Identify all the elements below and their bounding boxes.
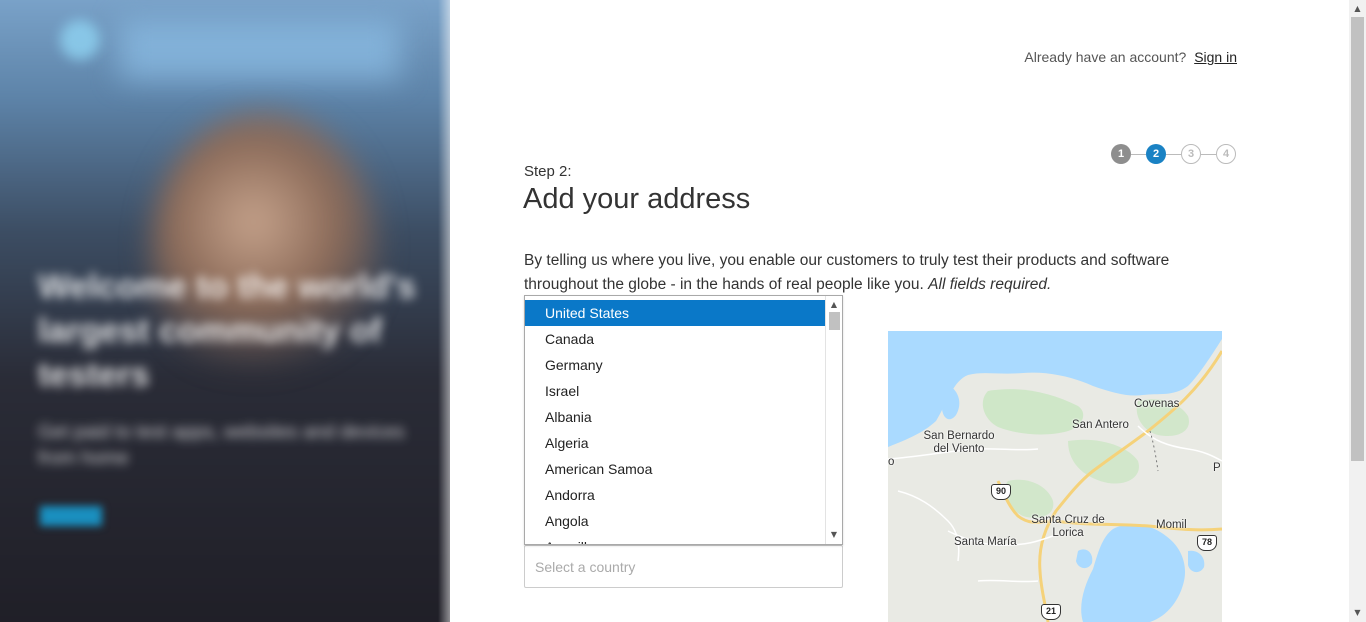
progress-stepper: 1 2 3 4 [1111,144,1241,166]
map-label-edge-left: o [888,456,895,468]
map-label-santa-maria: Santa María [954,536,1017,548]
scroll-down-arrow-icon[interactable]: ▼ [826,528,842,542]
intro-body: By telling us where you live, you enable… [524,252,1170,293]
hero-sky [120,20,400,80]
stepper-connector [1131,154,1146,155]
country-option[interactable]: Angola [525,508,826,534]
step-1-indicator: 1 [1111,144,1131,164]
country-search-input[interactable] [524,545,843,588]
hero-logo [60,20,100,60]
step-3-indicator: 3 [1181,144,1201,164]
step-2-indicator: 2 [1146,144,1166,164]
required-note: All fields required. [928,276,1052,293]
route-shield-78-icon: 78 [1197,535,1217,551]
map-label-santa-cruz-de-lorica: Santa Cruz de Lorica [1031,514,1105,539]
country-option[interactable]: Anguilla [525,534,826,544]
dropdown-scrollbar[interactable]: ▲ ▼ [825,296,842,544]
country-option[interactable]: Israel [525,378,826,404]
signin-link[interactable]: Sign in [1194,49,1237,65]
map-label-san-bernardo: San Bernardo del Viento [923,430,995,455]
account-prompt: Already have an account? [1024,49,1187,65]
page-scroll-up-icon[interactable]: ▲ [1349,2,1366,16]
country-option[interactable]: Andorra [525,482,826,508]
hero-panel: Welcome to the world's largest community… [0,0,450,622]
route-shield-21-icon: 21 [1041,604,1061,620]
stepper-connector [1166,154,1181,155]
country-option[interactable]: American Samoa [525,456,826,482]
scroll-up-arrow-icon[interactable]: ▲ [826,298,842,312]
country-option[interactable]: Germany [525,352,826,378]
hero-subtitle: Get paid to test apps, websites and devi… [38,422,405,469]
country-options: United States Canada Germany Israel Albania A… [525,300,826,544]
hero-cta-link[interactable] [40,506,102,526]
route-shield-90-icon: 90 [991,484,1011,500]
address-map[interactable]: Covenas San Antero San Bernardo del Vien… [888,331,1222,622]
signin-row: Already have an account? Sign in [1024,49,1237,65]
country-option[interactable]: Canada [525,326,826,352]
dropdown-scroll-thumb[interactable] [829,312,840,330]
hero-fade-edge [438,0,450,622]
signup-page: Welcome to the world's largest community… [0,0,1366,622]
stepper-connector [1201,154,1216,155]
step-4-indicator: 4 [1216,144,1236,164]
intro-text: By telling us where you live, you enable… [524,249,1204,297]
map-label-momil: Momil [1156,519,1187,531]
map-graphic [888,331,1222,622]
hero-title: Welcome to the world's largest community… [38,268,416,394]
map-label-edge-right: P [1213,462,1221,474]
map-label-covenas: Covenas [1134,398,1180,410]
country-dropdown-list[interactable]: United States Canada Germany Israel Albania A… [524,295,843,545]
page-scroll-thumb[interactable] [1351,17,1364,461]
page-scroll-down-icon[interactable]: ▼ [1349,606,1366,620]
page-title: Add your address [523,183,751,215]
map-label-san-antero: San Antero [1072,419,1129,431]
country-option[interactable]: United States [525,300,826,326]
step-label: Step 2: [524,163,572,180]
page-scrollbar[interactable]: ▲ ▼ [1349,0,1366,622]
country-option[interactable]: Algeria [525,430,826,456]
country-option[interactable]: Albania [525,404,826,430]
